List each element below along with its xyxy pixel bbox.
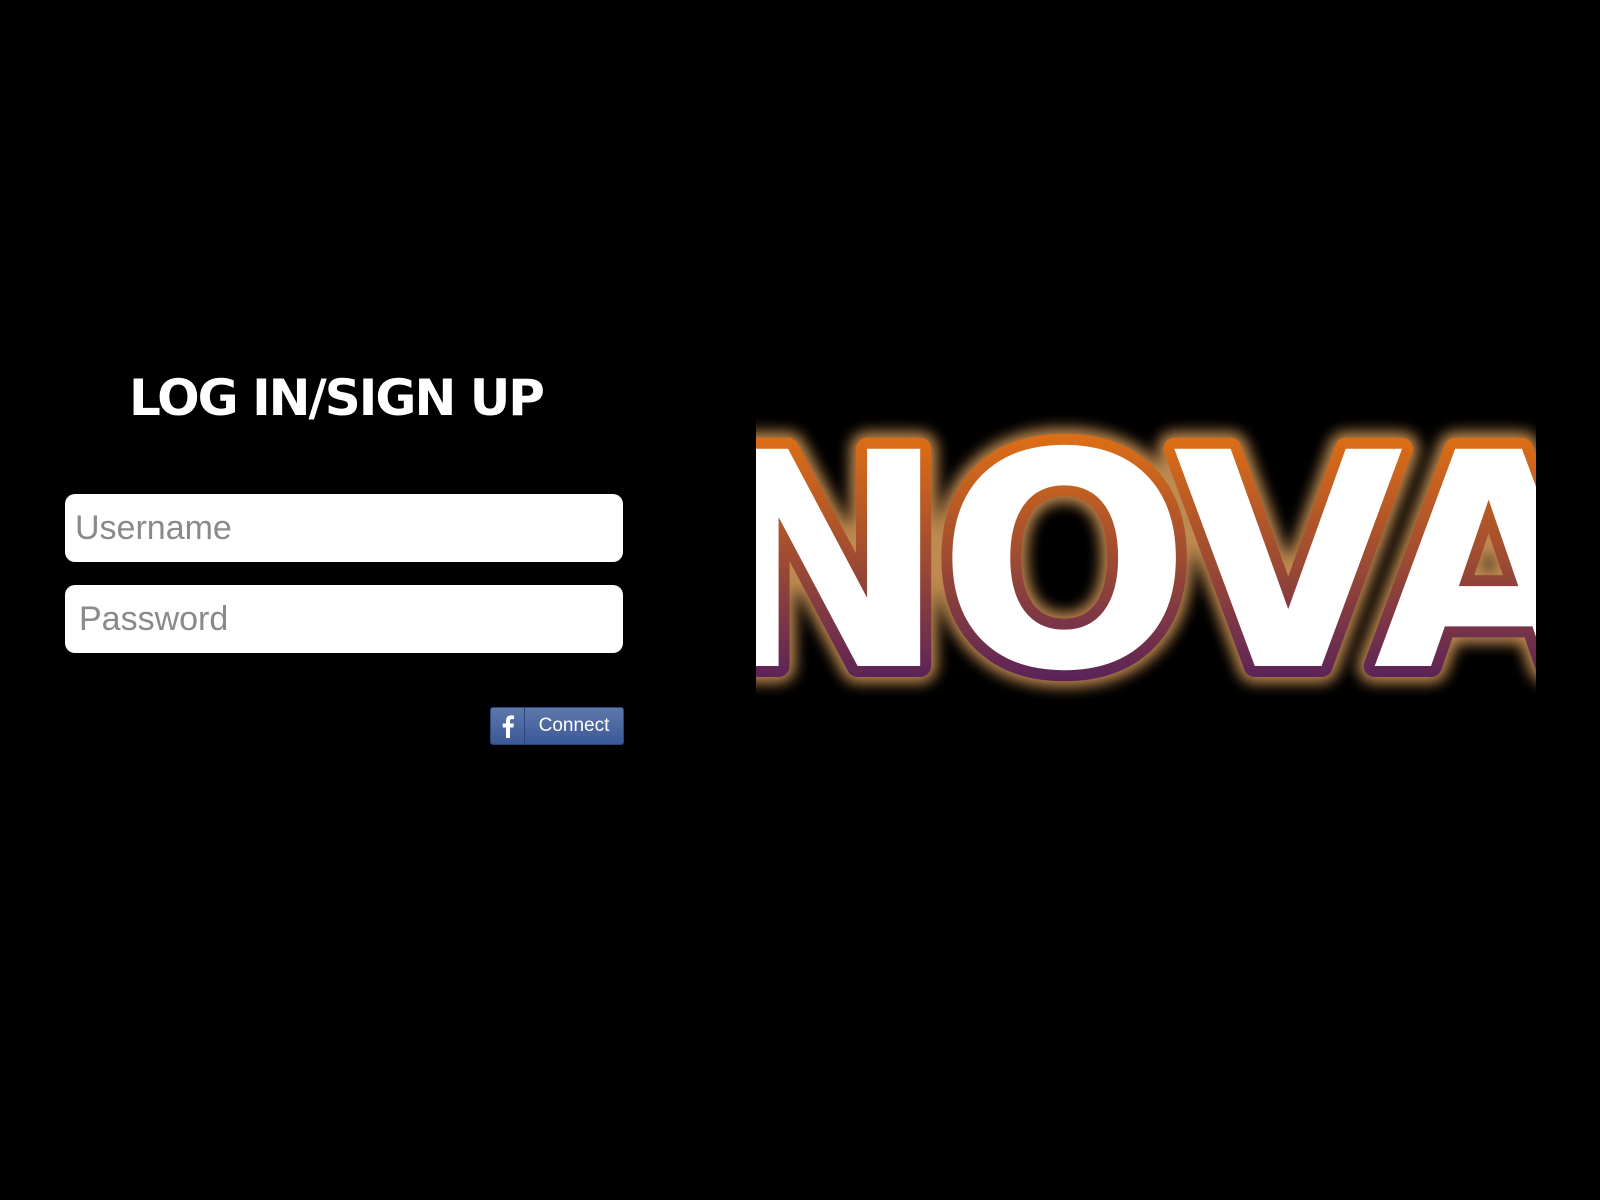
username-input[interactable] — [65, 494, 623, 562]
password-input[interactable] — [65, 585, 623, 653]
facebook-f-icon — [491, 708, 525, 744]
facebook-connect-label: Connect — [538, 715, 610, 736]
nova-logo-text: NOVA — [756, 408, 1536, 708]
facebook-connect-button[interactable]: Connect — [490, 707, 624, 745]
login-title: LOG IN/SIGN UP — [129, 369, 545, 427]
nova-logo: NOVA NOVA — [756, 408, 1536, 708]
